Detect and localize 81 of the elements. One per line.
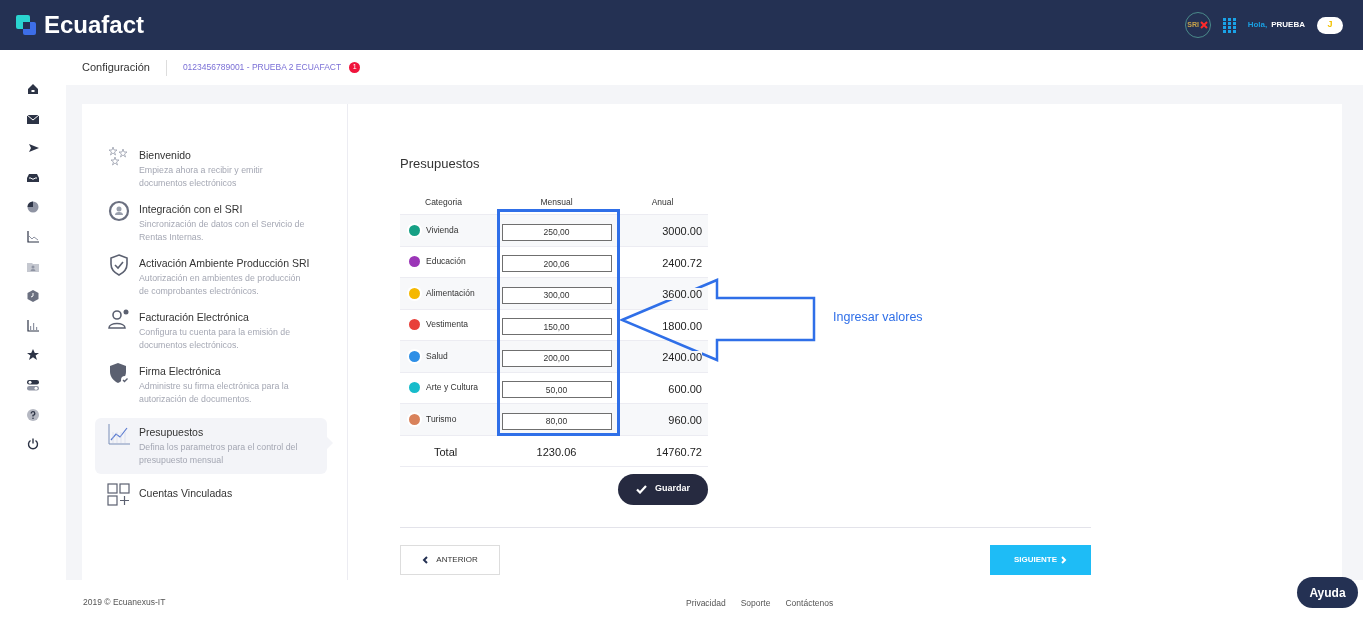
star-icon[interactable] <box>26 348 40 363</box>
user-name: PRUEBA <box>1271 19 1305 31</box>
help-button[interactable]: Ayuda <box>1297 577 1358 608</box>
step-title: Integración con el SRI <box>139 202 244 216</box>
annual-amount: 3000.00 <box>662 225 702 238</box>
step-item[interactable]: Activación Ambiente Producción SRI Autorización en ambientes de producción de comprobantes electrónicos. <box>95 256 327 298</box>
growth-chart-icon <box>107 422 131 446</box>
step-item[interactable]: Bienvenido Empieza ahora a recibir y emitir documentos electrónicos <box>95 148 327 190</box>
amount-field[interactable]: 50,00 <box>501 381 612 399</box>
annual-amount: 3600.00 <box>662 288 702 301</box>
total-label: Total <box>434 445 458 458</box>
copyright-text: 2019 © Ecuanexus-IT <box>83 596 166 609</box>
user-sync-icon <box>107 199 131 223</box>
footer-link[interactable]: Privacidad <box>686 597 726 610</box>
category-name: Alimentación <box>426 286 475 300</box>
total-annual: 14760.72 <box>656 445 702 458</box>
bar-chart-icon[interactable] <box>26 318 40 333</box>
step-title: Firma Electrónica <box>139 364 222 378</box>
power-icon[interactable] <box>26 437 40 452</box>
chevron-right-icon <box>1061 555 1068 564</box>
step-description: Autorización en ambientes de producción de comprobantes electrónicos. <box>139 272 302 298</box>
clock-icon[interactable] <box>26 289 40 304</box>
step-description: Sincronización de datos con el Servicio de Rentas Internas. <box>139 218 306 244</box>
step-title: Cuentas Vinculadas <box>139 486 234 500</box>
annotation-text: Ingresar valores <box>833 309 923 326</box>
amount-field[interactable]: 200,06 <box>501 255 612 273</box>
step-description: Configura tu cuenta para la emisión de documentos electrónicos. <box>139 326 292 352</box>
line-chart-icon[interactable] <box>26 229 40 244</box>
annual-amount: 2400.72 <box>662 256 702 269</box>
step-description: Empieza ahora a recibir y emitir documentos electrónicos <box>139 164 264 190</box>
total-monthly: 1230.06 <box>536 445 577 458</box>
step-description: Defina los parametros para el control del presupuesto mensual <box>139 441 299 467</box>
greeting-text: Hola, <box>1247 19 1268 31</box>
save-button[interactable]: Guardar <box>618 473 708 505</box>
toggle-icon[interactable] <box>26 377 40 392</box>
step-title: Facturación Electrónica <box>139 310 250 324</box>
chevron-left-icon <box>422 555 429 564</box>
category-name: Arte y Cultura <box>426 381 478 395</box>
amount-field[interactable]: 300,00 <box>501 286 612 304</box>
apps-grid-icon[interactable] <box>1222 17 1236 33</box>
step-description: Administre su firma electrónica para la autorización de documentos. <box>139 380 290 406</box>
annual-amount: 600.00 <box>668 382 702 395</box>
column-header: Mensual <box>540 196 573 207</box>
annual-amount: 1800.00 <box>662 319 702 332</box>
amount-field[interactable]: 200,00 <box>501 349 612 367</box>
shield-check-icon <box>107 253 131 277</box>
category-name: Salud <box>426 349 448 363</box>
footer-link[interactable]: Contáctenos <box>785 597 834 610</box>
pie-chart-icon[interactable] <box>26 200 40 215</box>
step-item[interactable]: Facturación Electrónica Configura tu cuenta para la emisión de documentos electrónicos. <box>95 310 327 352</box>
column-header: Categoria <box>425 196 462 207</box>
category-name: Vestimenta <box>426 318 469 332</box>
step-title: Bienvenido <box>139 148 192 162</box>
amount-field[interactable]: 150,00 <box>501 318 612 336</box>
close-icon <box>1200 21 1208 29</box>
logo-icon <box>16 15 36 35</box>
grid-plus-icon <box>107 483 131 507</box>
amount-field[interactable]: 80,00 <box>501 412 612 430</box>
annual-amount: 2400.00 <box>662 351 702 364</box>
step-item[interactable]: Integración con el SRI Sincronización de datos con el Servicio de Rentas Internas. <box>95 202 327 244</box>
category-name: Turismo <box>426 412 457 426</box>
step-item[interactable]: Firma Electrónica Administre su firma electrónica para la autorización de documentos. <box>95 364 327 406</box>
step-title: Activación Ambiente Producción SRI <box>139 256 311 270</box>
shield-icon <box>107 361 131 385</box>
step-title: Presupuestos <box>139 425 205 439</box>
amount-field[interactable]: 250,00 <box>501 223 612 241</box>
company-link[interactable]: 0123456789001 - PRUEBA 2 ECUAFACT <box>182 61 342 74</box>
annual-amount: 960.00 <box>668 414 702 427</box>
help-icon[interactable] <box>26 407 40 422</box>
user-gear-icon <box>107 307 131 331</box>
previous-button[interactable]: ANTERIOR <box>400 544 500 575</box>
logo-text: Ecuafact <box>44 10 145 40</box>
page-title: Configuración <box>82 60 150 76</box>
home-icon[interactable] <box>26 82 40 96</box>
category-name: Educación <box>426 255 466 269</box>
section-title: Presupuestos <box>400 155 481 173</box>
step-item[interactable]: Cuentas Vinculadas <box>95 486 327 507</box>
footer-link[interactable]: Soporte <box>740 597 771 610</box>
check-icon <box>636 484 647 494</box>
column-header: Anual <box>651 196 674 207</box>
category-name: Vivienda <box>426 223 459 237</box>
